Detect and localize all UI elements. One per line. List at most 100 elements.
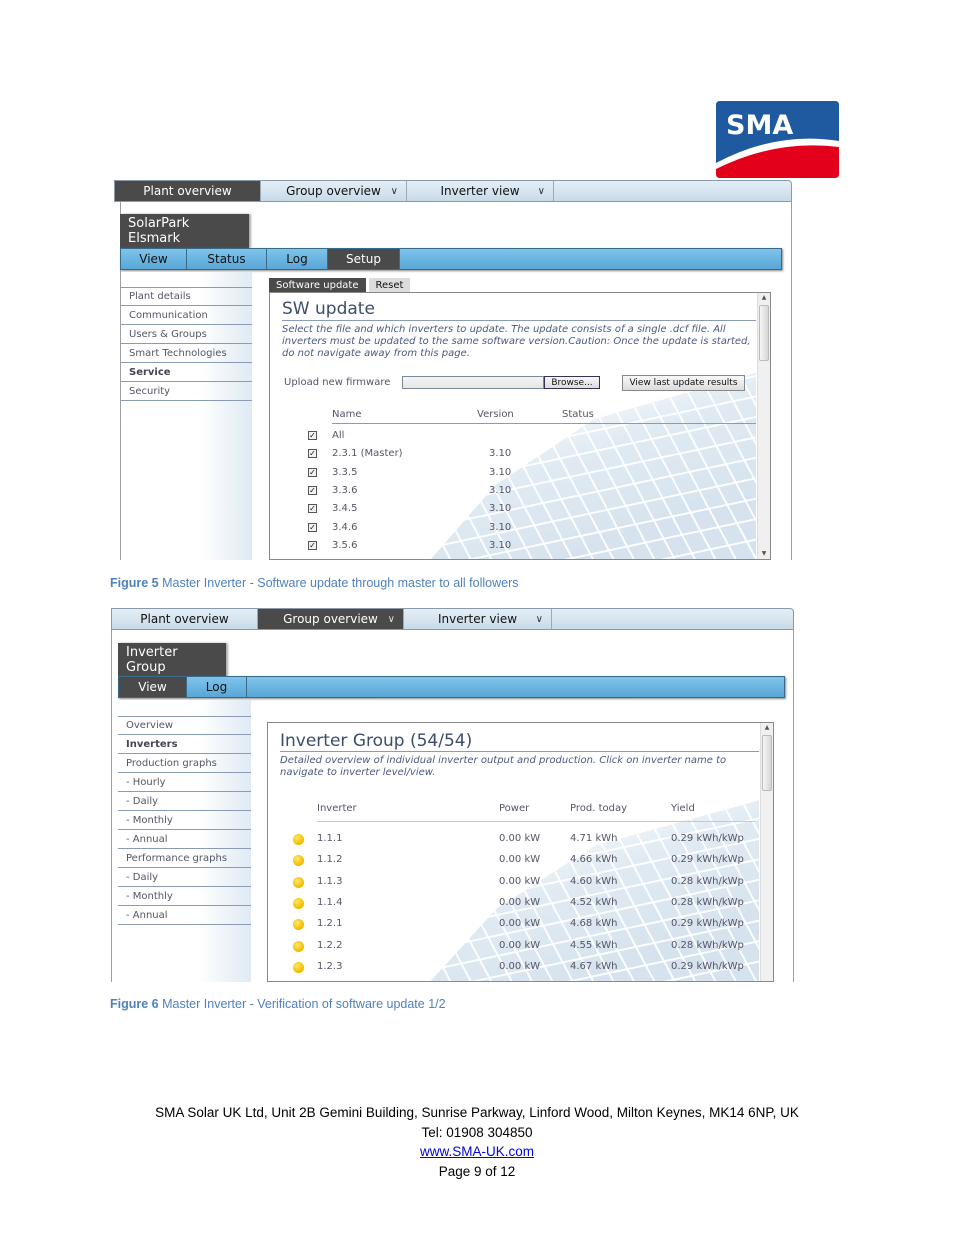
sidebar-label: - Daily [126, 871, 159, 883]
yield-value: 0.29 kWh/kWp [671, 960, 744, 972]
inverter-group-panel: ▲ Inverter Group (54/54) Detailed overvi… [267, 722, 774, 982]
subnav-log[interactable]: Log [267, 249, 328, 269]
panel-description: Select the file and which inverters to u… [282, 324, 751, 359]
figure5-screenshot: Plant overview Group overview ∨ Inverter… [114, 180, 792, 560]
sidebar-item-security[interactable]: Security [121, 382, 252, 401]
nav-inverter-view[interactable]: Inverter view ∨ [407, 181, 554, 201]
subnav-label: View [138, 680, 167, 694]
row-checkbox[interactable]: ✓ [308, 449, 317, 459]
subnav-log[interactable]: Log [187, 677, 247, 697]
group-title-tab: Inverter Group [118, 643, 226, 677]
nav-plant-overview[interactable]: Plant overview [115, 181, 261, 201]
sidebar-item[interactable]: Production graphs [118, 754, 251, 773]
prod-today-value: 4.66 kWh [570, 854, 618, 866]
browse-button[interactable]: Browse... [544, 376, 600, 389]
row-checkbox[interactable]: ✓ [308, 431, 317, 440]
inverter-name: 2.3.1 (Master) [332, 448, 403, 460]
sidebar-item-plant-details[interactable]: Plant details [121, 287, 252, 306]
sidebar-item-service[interactable]: Service [121, 363, 252, 382]
sidebar-item[interactable]: - Hourly [118, 773, 251, 792]
sidebar-item[interactable]: - Daily [118, 868, 251, 887]
nav-inverter-view[interactable]: Inverter view ∨ [404, 609, 552, 629]
scroll-thumb[interactable] [759, 305, 769, 361]
inverter-name: 3.3.6 [332, 484, 358, 496]
scroll-thumb[interactable] [762, 735, 772, 791]
inverter-name-link[interactable]: 1.1.1 [317, 833, 342, 844]
tab-software-update[interactable]: Software update [269, 278, 366, 292]
subnav-view[interactable]: View [119, 677, 187, 697]
tab-reset[interactable]: Reset [368, 278, 411, 292]
view-last-update-results-button[interactable]: View last update results [622, 375, 745, 391]
prod-today-value: 4.55 kWh [570, 939, 618, 951]
nav-plant-overview[interactable]: Plant overview [112, 609, 258, 629]
sidebar-item[interactable]: - Monthly [118, 811, 251, 830]
nav-label: Plant overview [143, 184, 232, 198]
button-label: View last update results [629, 378, 738, 388]
sidebar-label: - Annual [126, 909, 168, 921]
sidebar-item[interactable]: - Annual [118, 830, 251, 849]
vertical-scrollbar[interactable]: ▲ [760, 723, 773, 981]
table-divider [332, 423, 756, 424]
vertical-scrollbar[interactable]: ▲ ▼ [757, 293, 770, 559]
prod-today-value: 4.52 kWh [570, 896, 618, 908]
inverter-name: 3.3.5 [332, 466, 358, 478]
inverter-version: 3.10 [489, 448, 512, 460]
sidebar-item-users-groups[interactable]: Users & Groups [121, 325, 252, 344]
scroll-up-icon[interactable]: ▲ [758, 293, 770, 303]
subnav-view[interactable]: View [121, 249, 187, 269]
inverter-name-link[interactable]: 1.2.2 [317, 940, 342, 951]
setup-sidebar: Plant details Communication Users & Grou… [121, 272, 252, 560]
firmware-file-input[interactable] [402, 376, 544, 389]
row-checkbox[interactable]: ✓ [308, 467, 317, 477]
panel-description: Detailed overview of individual inverter… [280, 755, 727, 778]
inverter-name-link[interactable]: 1.2.1 [317, 918, 342, 929]
chevron-down-icon: ∨ [535, 613, 543, 625]
sidebar-label: - Monthly [126, 814, 173, 826]
sidebar-item[interactable]: Performance graphs [118, 849, 251, 868]
upload-label: Upload new firmware [284, 377, 391, 388]
nav-group-overview[interactable]: Group overview ∨ [258, 609, 404, 629]
website-link[interactable]: www.SMA-UK.com [420, 1144, 534, 1159]
inverter-name-link[interactable]: 1.1.3 [317, 876, 342, 887]
subnav-setup[interactable]: Setup [328, 249, 400, 269]
row-checkbox[interactable]: ✓ [308, 522, 317, 532]
sidebar-label: Inverters [126, 738, 178, 750]
status-indicator-icon [293, 855, 304, 867]
top-navigation: Plant overview Group overview ∨ Inverter… [114, 180, 792, 202]
company-address: SMA Solar UK Ltd, Unit 2B Gemini Buildin… [155, 1105, 799, 1120]
status-indicator-icon [293, 876, 304, 888]
subnav-status[interactable]: Status [187, 249, 267, 269]
sidebar-item[interactable]: - Annual [118, 906, 251, 925]
sidebar-label: - Daily [126, 795, 159, 807]
plant-title: SolarPark Elsmark [128, 216, 190, 246]
row-checkbox[interactable]: ✓ [308, 504, 317, 514]
inverter-name: 3.4.5 [332, 503, 358, 515]
inverter-name-link[interactable]: 1.1.4 [317, 897, 342, 908]
column-header-yield: Yield [671, 803, 695, 814]
sidebar-item[interactable]: Inverters [118, 735, 251, 754]
status-indicator-icon [293, 940, 304, 952]
top-navigation: Plant overview Group overview ∨ Inverter… [111, 608, 794, 630]
row-checkbox[interactable]: ✓ [308, 485, 317, 495]
yield-value: 0.28 kWh/kWp [671, 896, 744, 908]
inverter-name-link[interactable]: 1.1.2 [317, 854, 342, 865]
scroll-up-icon[interactable]: ▲ [761, 723, 773, 733]
subnav-label: Setup [346, 252, 381, 266]
nav-label: Plant overview [140, 612, 229, 626]
inverter-name-link[interactable]: 1.2.3 [317, 961, 342, 972]
sidebar-item[interactable]: Overview [118, 716, 251, 735]
sidebar-label: Smart Technologies [129, 347, 227, 359]
power-value: 0.00 kW [499, 854, 541, 866]
nav-label: Inverter view [440, 184, 520, 198]
scroll-down-icon[interactable]: ▼ [758, 549, 770, 559]
row-checkbox[interactable]: ✓ [308, 540, 317, 550]
yield-value: 0.28 kWh/kWp [671, 939, 744, 951]
sidebar-item-communication[interactable]: Communication [121, 306, 252, 325]
sidebar-item-smart-technologies[interactable]: Smart Technologies [121, 344, 252, 363]
inverter-version: 3.10 [489, 484, 512, 496]
prod-today-value: 4.60 kWh [570, 875, 618, 887]
nav-group-overview[interactable]: Group overview ∨ [261, 181, 407, 201]
power-value: 0.00 kW [499, 875, 541, 887]
sidebar-item[interactable]: - Monthly [118, 887, 251, 906]
sidebar-item[interactable]: - Daily [118, 792, 251, 811]
